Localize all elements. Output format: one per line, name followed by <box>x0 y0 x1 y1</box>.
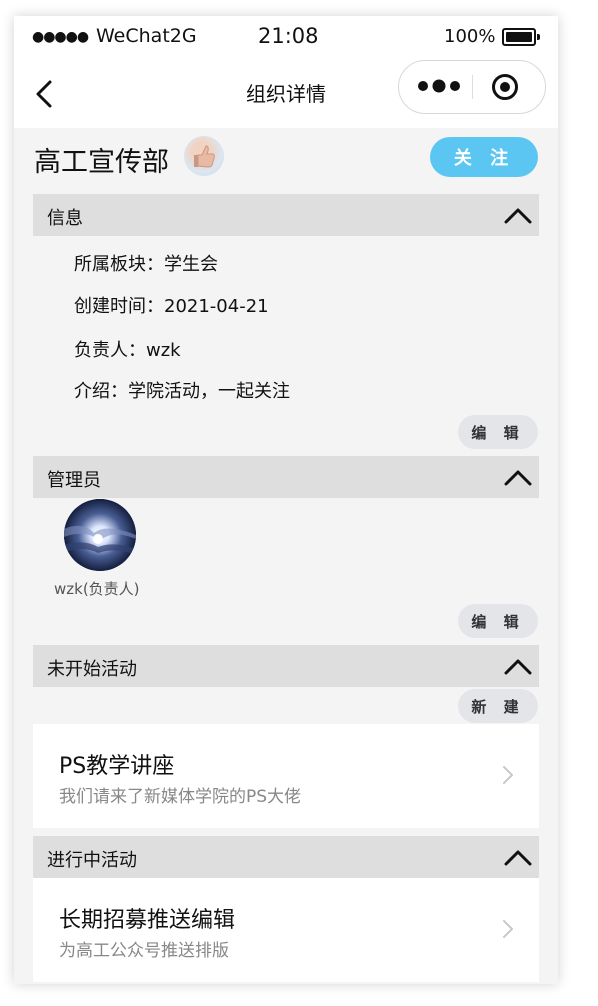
info-created-line: 创建时间：2021-04-21 <box>74 296 269 317</box>
chevron-up-icon[interactable] <box>503 655 533 677</box>
chevron-up-icon[interactable] <box>503 846 533 868</box>
more-dots-icon[interactable] <box>415 74 463 98</box>
thumbs-up-icon <box>194 145 215 168</box>
status-time: 21:08 <box>258 24 319 48</box>
org-logo <box>184 136 224 176</box>
admin-name: wzk(负责人) <box>54 580 140 598</box>
activity-subtitle: 为高工公众号推送排版 <box>59 941 229 961</box>
admin-avatar[interactable] <box>64 499 136 571</box>
ongoing-section-header[interactable]: 进行中活动 <box>33 836 539 878</box>
activity-subtitle: 我们请来了新媒体学院的PS大佬 <box>59 787 302 807</box>
signal-indicator: ●●●●● <box>32 29 89 45</box>
info-section-header[interactable]: 信息 <box>33 194 539 236</box>
new-activity-button[interactable]: 新 建 <box>458 689 538 723</box>
section-title: 未开始活动 <box>47 659 137 680</box>
follow-button[interactable]: 关 注 <box>430 137 538 177</box>
edit-admin-button[interactable]: 编 辑 <box>458 604 538 638</box>
battery-percent: 100% <box>444 26 496 47</box>
carrier-name: WeChat2G <box>96 25 197 47</box>
target-icon[interactable] <box>491 73 519 101</box>
status-bar: ●●●●● WeChat2G 21:08 100% <box>14 16 558 58</box>
activity-title: PS教学讲座 <box>59 754 175 779</box>
activity-card[interactable]: PS教学讲座 我们请来了新媒体学院的PS大佬 <box>33 724 539 828</box>
info-board-line: 所属板块：学生会 <box>74 254 218 275</box>
edit-info-button[interactable]: 编 辑 <box>458 415 538 449</box>
info-owner-line: 负责人：wzk <box>74 340 181 361</box>
admin-section-header[interactable]: 管理员 <box>33 456 539 498</box>
section-title: 信息 <box>47 208 83 229</box>
navigation-bar: 组织详情 <box>14 58 558 128</box>
avatar-image <box>64 499 136 571</box>
battery-icon <box>502 28 540 46</box>
section-title: 进行中活动 <box>47 850 137 871</box>
activity-card[interactable]: 长期招募推送编辑 为高工公众号推送排版 <box>33 878 539 982</box>
activity-title: 长期招募推送编辑 <box>59 908 236 933</box>
capsule-divider <box>472 75 473 99</box>
org-name: 高工宣传部 <box>34 147 169 178</box>
chevron-up-icon[interactable] <box>503 466 533 488</box>
miniprogram-capsule <box>398 60 546 114</box>
chevron-right-icon <box>503 920 513 938</box>
section-title: 管理员 <box>47 470 101 491</box>
chevron-up-icon[interactable] <box>503 204 533 226</box>
phone-screen: ●●●●● WeChat2G 21:08 100% 组织详情 高工宣传部 关 注… <box>14 16 558 984</box>
info-intro-line: 介绍：学院活动，一起关注 <box>74 381 290 402</box>
chevron-right-icon <box>503 766 513 784</box>
upcoming-section-header[interactable]: 未开始活动 <box>33 645 539 687</box>
